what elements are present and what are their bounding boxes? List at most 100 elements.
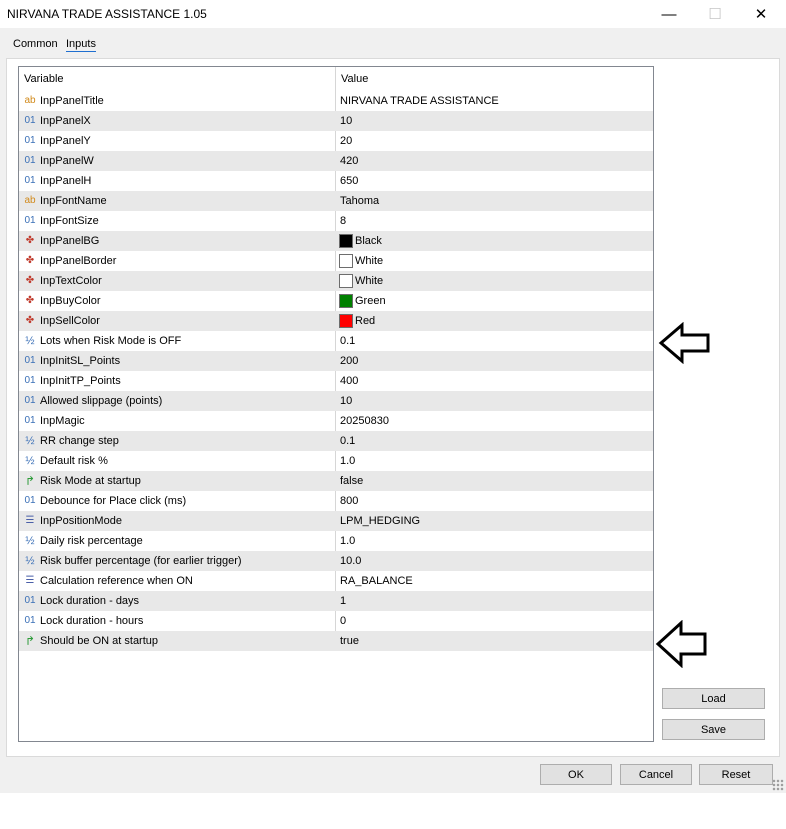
table-row[interactable]: ☰ InpPositionMode LPM_HEDGING: [19, 511, 653, 531]
integer-type-icon: 01: [24, 215, 36, 226]
variable-value[interactable]: 0.1: [340, 435, 355, 447]
cancel-label: Cancel: [638, 768, 674, 781]
table-row[interactable]: ✤ InpPanelBG Black: [19, 231, 653, 251]
table-row[interactable]: ½ Default risk % 1.0: [19, 451, 653, 471]
variable-value[interactable]: 0: [340, 615, 346, 627]
reset-button[interactable]: Reset: [699, 764, 773, 785]
variable-value[interactable]: Black: [355, 235, 382, 247]
table-row[interactable]: 01 Lock duration - hours 0: [19, 611, 653, 631]
variable-value[interactable]: false: [340, 475, 363, 487]
table-row[interactable]: ✤ InpSellColor Red: [19, 311, 653, 331]
integer-type-icon: 01: [24, 615, 36, 626]
variable-value[interactable]: Red: [355, 315, 375, 327]
variable-value[interactable]: Green: [355, 295, 386, 307]
table-row[interactable]: 01 Lock duration - days 1: [19, 591, 653, 611]
variable-name: Daily risk percentage: [40, 535, 143, 547]
table-row[interactable]: 01 InpMagic 20250830: [19, 411, 653, 431]
variable-value[interactable]: Tahoma: [340, 195, 379, 207]
variable-value[interactable]: White: [355, 255, 383, 267]
double-type-icon: ½: [25, 335, 35, 347]
close-button[interactable]: ✕: [738, 0, 784, 28]
table-row[interactable]: 01 InpPanelH 650: [19, 171, 653, 191]
variable-value[interactable]: 420: [340, 155, 358, 167]
table-row[interactable]: 01 Allowed slippage (points) 10: [19, 391, 653, 411]
table-row[interactable]: ½ Risk buffer percentage (for earlier tri…: [19, 551, 653, 571]
table-row[interactable]: ↱ Should be ON at startup true: [19, 631, 653, 651]
table-row[interactable]: ✤ InpTextColor White: [19, 271, 653, 291]
variable-name: Default risk %: [40, 455, 108, 467]
variable-value[interactable]: 1.0: [340, 455, 355, 467]
variable-name: InpBuyColor: [40, 295, 101, 307]
variable-value[interactable]: 10: [340, 395, 352, 407]
variable-value[interactable]: NIRVANA TRADE ASSISTANCE: [340, 95, 499, 107]
table-row[interactable]: 01 InpPanelY 20: [19, 131, 653, 151]
table-row[interactable]: ½ Lots when Risk Mode is OFF 0.1: [19, 331, 653, 351]
variable-value[interactable]: 20250830: [340, 415, 389, 427]
double-type-icon: ½: [25, 535, 35, 547]
table-row[interactable]: 01 InpPanelW 420: [19, 151, 653, 171]
variable-value[interactable]: 1.0: [340, 535, 355, 547]
variable-value[interactable]: 20: [340, 135, 352, 147]
variable-value[interactable]: 0.1: [340, 335, 355, 347]
integer-type-icon: 01: [24, 595, 36, 606]
color-swatch[interactable]: [339, 274, 353, 288]
table-row[interactable]: 01 InpFontSize 8: [19, 211, 653, 231]
variable-value[interactable]: 10: [340, 115, 352, 127]
variable-name: Lock duration - hours: [40, 615, 144, 627]
load-button[interactable]: Load: [662, 688, 765, 709]
variable-name: InpPanelY: [40, 135, 91, 147]
left-arrow-icon: [655, 620, 707, 668]
cancel-button[interactable]: Cancel: [620, 764, 692, 785]
color-swatch[interactable]: [339, 234, 353, 248]
integer-type-icon: 01: [24, 135, 36, 146]
variable-value[interactable]: 1: [340, 595, 346, 607]
variable-value[interactable]: 8: [340, 215, 346, 227]
variable-value[interactable]: 800: [340, 495, 358, 507]
table-row[interactable]: 01 InpInitSL_Points 200: [19, 351, 653, 371]
double-type-icon: ½: [25, 435, 35, 447]
integer-type-icon: 01: [24, 155, 36, 166]
table-row[interactable]: 01 Debounce for Place click (ms) 800: [19, 491, 653, 511]
variable-name: InpSellColor: [40, 315, 100, 327]
variable-name: InpMagic: [40, 415, 85, 427]
table-row[interactable]: 01 InpInitTP_Points 400: [19, 371, 653, 391]
color-type-icon: ✤: [25, 295, 35, 306]
ok-label: OK: [568, 768, 584, 781]
header-value[interactable]: Value: [341, 73, 368, 85]
header-variable[interactable]: Variable: [24, 73, 64, 85]
resize-grip[interactable]: [772, 779, 784, 791]
color-type-icon: ✤: [25, 315, 35, 326]
color-type-icon: ✤: [25, 235, 35, 246]
variable-value[interactable]: true: [340, 635, 359, 647]
table-row[interactable]: ☰ Calculation reference when ON RA_BALANCE: [19, 571, 653, 591]
bool-type-icon: ↱: [24, 634, 36, 648]
table-row[interactable]: ab InpFontName Tahoma: [19, 191, 653, 211]
variable-value[interactable]: 200: [340, 355, 358, 367]
color-swatch[interactable]: [339, 314, 353, 328]
table-row[interactable]: ✤ InpPanelBorder White: [19, 251, 653, 271]
variable-value[interactable]: LPM_HEDGING: [340, 515, 420, 527]
table-row[interactable]: ↱ Risk Mode at startup false: [19, 471, 653, 491]
variable-value[interactable]: 400: [340, 375, 358, 387]
reset-label: Reset: [721, 768, 751, 781]
table-header: Variable Value: [19, 67, 653, 89]
table-row[interactable]: ✤ InpBuyColor Green: [19, 291, 653, 311]
integer-type-icon: 01: [24, 395, 36, 406]
tab-inputs[interactable]: Inputs: [66, 38, 96, 52]
variable-value[interactable]: RA_BALANCE: [340, 575, 413, 587]
ok-button[interactable]: OK: [540, 764, 612, 785]
table-row[interactable]: ½ RR change step 0.1: [19, 431, 653, 451]
color-swatch[interactable]: [339, 294, 353, 308]
table-row[interactable]: ab InpPanelTitle NIRVANA TRADE ASSISTANCE: [19, 91, 653, 111]
variable-value[interactable]: 10.0: [340, 555, 361, 567]
save-button[interactable]: Save: [662, 719, 765, 740]
variable-name: InpPanelH: [40, 175, 92, 187]
variable-name: InpPanelBorder: [40, 255, 117, 267]
color-swatch[interactable]: [339, 254, 353, 268]
variable-value[interactable]: White: [355, 275, 383, 287]
variable-value[interactable]: 650: [340, 175, 358, 187]
table-row[interactable]: 01 InpPanelX 10: [19, 111, 653, 131]
table-row[interactable]: ½ Daily risk percentage 1.0: [19, 531, 653, 551]
tab-common[interactable]: Common: [13, 38, 58, 50]
minimize-button[interactable]: —: [646, 0, 692, 28]
